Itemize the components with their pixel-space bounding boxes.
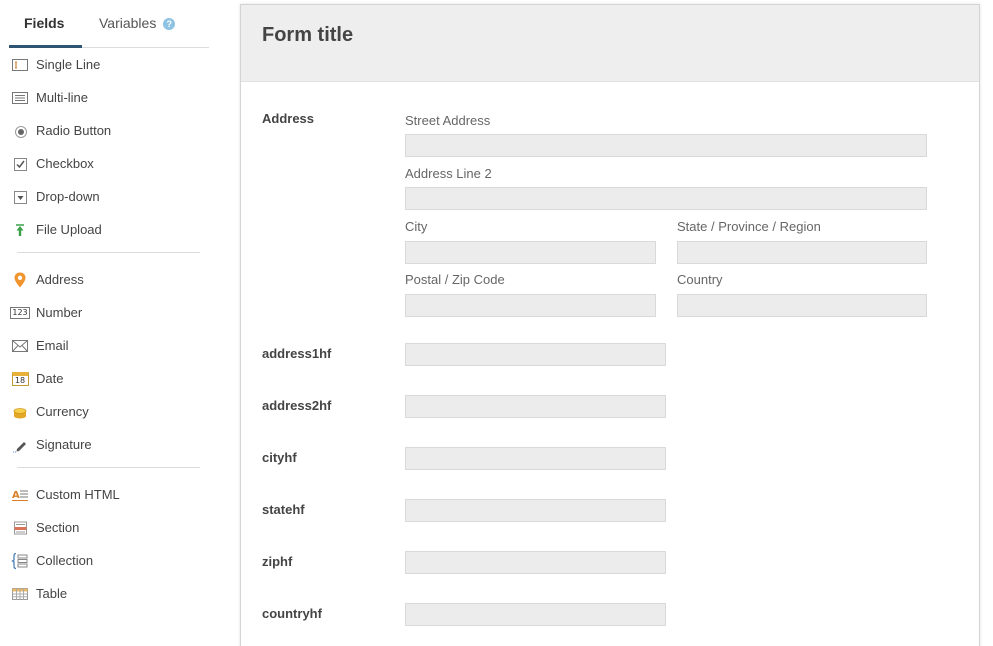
- countryhf-label: countryhf: [262, 606, 322, 621]
- multi-line-icon: [11, 90, 29, 106]
- cityhf-label: cityhf: [262, 450, 297, 465]
- field-section[interactable]: Section: [11, 517, 206, 539]
- signature-icon: [11, 437, 29, 453]
- statehf-input[interactable]: [405, 499, 666, 522]
- address-line2-label: Address Line 2: [405, 166, 492, 181]
- address-pin-icon: [11, 272, 29, 288]
- currency-icon: [11, 404, 29, 420]
- address1hf-label: address1hf: [262, 346, 332, 361]
- field-label: Multi-line: [36, 90, 89, 105]
- field-label: Drop-down: [36, 189, 100, 204]
- custom-html-icon: A: [11, 487, 29, 503]
- field-currency[interactable]: Currency: [11, 401, 206, 423]
- countryhf-input[interactable]: [405, 603, 666, 626]
- email-icon: [11, 338, 29, 354]
- file-upload-icon: [11, 222, 29, 238]
- country-input[interactable]: [677, 294, 927, 317]
- field-palette-sidebar: Fields Variables ? Single Line Multi-lin…: [0, 0, 215, 646]
- number-icon: 123: [10, 305, 30, 321]
- street-address-input[interactable]: [405, 134, 927, 157]
- field-label: Checkbox: [36, 156, 94, 171]
- radio-button-icon: [11, 123, 29, 139]
- tab-fields-label: Fields: [24, 15, 65, 31]
- date-icon-glyph: 18: [11, 372, 29, 386]
- active-tab-indicator: [9, 45, 82, 48]
- field-custom-html[interactable]: A Custom HTML: [11, 484, 206, 506]
- field-label: Collection: [36, 553, 94, 568]
- tab-fields[interactable]: Fields: [24, 15, 64, 31]
- ziphf-label: ziphf: [262, 554, 293, 569]
- field-label: Date: [36, 371, 64, 386]
- field-single-line[interactable]: Single Line: [11, 54, 206, 76]
- table-icon: [11, 586, 29, 602]
- form-title[interactable]: Form title: [262, 24, 353, 47]
- statehf-label: statehf: [262, 502, 305, 517]
- field-dropdown[interactable]: Drop-down: [11, 186, 206, 208]
- field-label: File Upload: [36, 222, 102, 237]
- address1hf-input[interactable]: [405, 343, 666, 366]
- field-label: Number: [36, 305, 83, 320]
- collection-icon: [11, 552, 29, 570]
- field-multi-line[interactable]: Multi-line: [11, 87, 206, 109]
- country-label: Country: [677, 272, 723, 287]
- state-label: State / Province / Region: [677, 219, 821, 234]
- single-line-icon: [11, 57, 29, 73]
- svg-text:A: A: [12, 490, 20, 501]
- field-label: Custom HTML: [36, 487, 120, 502]
- date-icon: 18: [11, 371, 29, 387]
- field-file-upload[interactable]: File Upload: [11, 219, 206, 241]
- form-canvas: Form title Address Street Address Addres…: [240, 4, 980, 646]
- field-label: Radio Button: [36, 123, 112, 138]
- sidebar-divider: [17, 467, 200, 468]
- city-label: City: [405, 219, 428, 234]
- dropdown-icon: [11, 189, 29, 205]
- field-label: Table: [36, 586, 68, 601]
- field-radio-button[interactable]: Radio Button: [11, 120, 206, 142]
- field-label: Section: [36, 520, 80, 535]
- checkbox-icon: [11, 156, 29, 172]
- field-address[interactable]: Address: [11, 269, 206, 291]
- field-label: Single Line: [36, 57, 101, 72]
- cityhf-input[interactable]: [405, 447, 666, 470]
- field-collection[interactable]: Collection: [11, 550, 206, 572]
- field-table[interactable]: Table: [11, 583, 206, 605]
- ziphf-input[interactable]: [405, 551, 666, 574]
- field-label: Currency: [36, 404, 89, 419]
- field-email[interactable]: Email: [11, 335, 206, 357]
- help-icon[interactable]: ?: [163, 18, 176, 30]
- field-number[interactable]: 123 Number: [10, 302, 206, 324]
- tab-variables-label: Variables: [99, 15, 157, 31]
- sidebar-divider: [17, 252, 200, 253]
- state-input[interactable]: [677, 241, 927, 264]
- field-label: Address: [36, 272, 84, 287]
- sidebar-tabs: Fields Variables ?: [9, 0, 209, 48]
- field-signature[interactable]: Signature: [11, 434, 206, 456]
- field-date[interactable]: 18 Date: [11, 368, 206, 390]
- street-address-label: Street Address: [405, 113, 491, 128]
- address-field-label: Address: [262, 111, 315, 126]
- field-checkbox[interactable]: Checkbox: [11, 153, 206, 175]
- address2hf-input[interactable]: [405, 395, 666, 418]
- tab-variables[interactable]: Variables ?: [99, 15, 176, 31]
- form-header[interactable]: Form title: [241, 5, 979, 82]
- field-label: Email: [36, 338, 69, 353]
- city-input[interactable]: [405, 241, 656, 264]
- section-icon: [11, 520, 29, 536]
- postal-code-input[interactable]: [405, 294, 656, 317]
- address-line2-input[interactable]: [405, 187, 927, 210]
- field-label: Signature: [36, 437, 92, 452]
- address2hf-label: address2hf: [262, 398, 332, 413]
- postal-code-label: Postal / Zip Code: [405, 272, 505, 287]
- number-icon-glyph: 123: [10, 307, 30, 319]
